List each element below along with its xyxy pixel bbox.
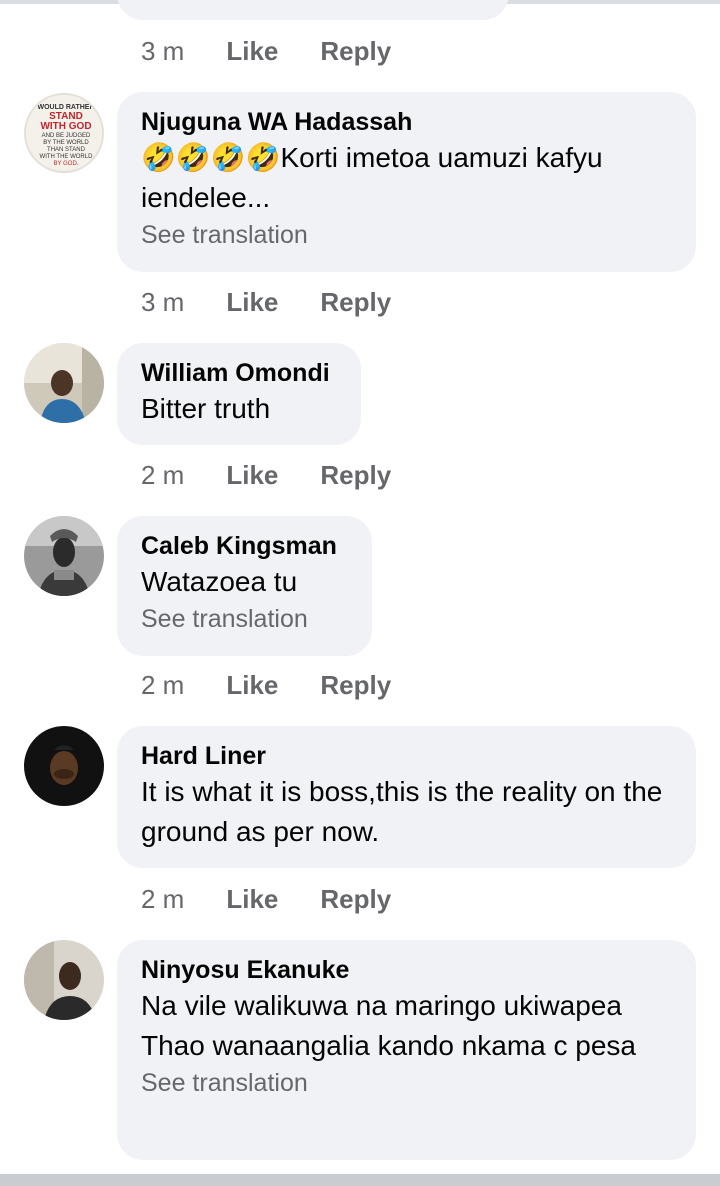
see-translation-link[interactable]: See translation bbox=[141, 602, 348, 636]
like-button[interactable]: Like bbox=[226, 287, 278, 318]
like-button[interactable]: Like bbox=[226, 670, 278, 701]
avatar[interactable] bbox=[24, 516, 104, 596]
bottom-divider bbox=[0, 1174, 720, 1186]
comment-bubble[interactable]: Caleb Kingsman Watazoea tu See translati… bbox=[117, 516, 372, 656]
svg-text:WITH GOD: WITH GOD bbox=[40, 121, 91, 132]
avatar-photo bbox=[24, 726, 104, 806]
comment-text: Watazoea tu bbox=[141, 566, 298, 597]
avatar-photo bbox=[24, 940, 104, 1020]
reply-button[interactable]: Reply bbox=[320, 287, 391, 318]
comment-time: 2 m bbox=[141, 669, 185, 700]
comment-time: 3 m bbox=[141, 35, 185, 66]
avatar[interactable]: WOULD RATHER STAND WITH GOD AND BE JUDGE… bbox=[24, 93, 104, 173]
comment-time: 2 m bbox=[141, 459, 185, 490]
avatar-photo bbox=[24, 343, 104, 423]
comment-author[interactable]: Njuguna WA Hadassah bbox=[141, 106, 672, 138]
svg-text:THAN STAND: THAN STAND bbox=[47, 147, 86, 153]
svg-text:BY THE WORLD: BY THE WORLD bbox=[43, 140, 89, 146]
reply-button[interactable]: Reply bbox=[320, 670, 391, 701]
see-translation-link[interactable]: See translation bbox=[141, 218, 672, 252]
comment-text: It is what it is boss,this is the realit… bbox=[141, 776, 663, 847]
see-translation-link[interactable]: See translation bbox=[141, 1066, 672, 1100]
like-button[interactable]: Like bbox=[226, 36, 278, 67]
svg-text:WITH THE WORLD: WITH THE WORLD bbox=[40, 154, 94, 160]
comment-author[interactable]: Caleb Kingsman bbox=[141, 530, 348, 562]
comment-time: 3 m bbox=[141, 286, 185, 317]
comment-bubble[interactable]: Njuguna WA Hadassah 🤣🤣🤣🤣Korti imetoa uam… bbox=[117, 92, 696, 272]
svg-text:AND BE JUDGED: AND BE JUDGED bbox=[42, 133, 91, 139]
comment-actions: 3 m Like Reply bbox=[141, 33, 433, 69]
avatar-photo bbox=[24, 516, 104, 596]
comment-actions: 2 m Like Reply bbox=[141, 881, 433, 917]
svg-text:BY GOD.: BY GOD. bbox=[54, 161, 79, 167]
reply-button[interactable]: Reply bbox=[320, 36, 391, 67]
like-button[interactable]: Like bbox=[226, 460, 278, 491]
reply-button[interactable]: Reply bbox=[320, 460, 391, 491]
comment-bubble[interactable]: Ninyosu Ekanuke Na vile walikuwa na mari… bbox=[117, 940, 696, 1160]
comment-actions: 2 m Like Reply bbox=[141, 667, 433, 703]
comment-bubble[interactable]: Hard Liner It is what it is boss,this is… bbox=[117, 726, 696, 868]
comment-author[interactable]: Ninyosu Ekanuke bbox=[141, 954, 672, 986]
svg-text:WOULD RATHER: WOULD RATHER bbox=[37, 104, 94, 111]
comment-text: Bitter truth bbox=[141, 393, 271, 424]
avatar[interactable] bbox=[24, 940, 104, 1020]
like-button[interactable]: Like bbox=[226, 884, 278, 915]
avatar-quote-image: WOULD RATHER STAND WITH GOD AND BE JUDGE… bbox=[26, 95, 102, 171]
comment-text: Na vile walikuwa na maringo ukiwapea Tha… bbox=[141, 990, 637, 1061]
comment-text: 🤣🤣🤣🤣Korti imetoa uamuzi kafyu iendelee..… bbox=[141, 142, 603, 213]
avatar[interactable] bbox=[24, 726, 104, 806]
comment-time: 2 m bbox=[141, 883, 185, 914]
comment-actions: 2 m Like Reply bbox=[141, 457, 433, 493]
comment-actions: 3 m Like Reply bbox=[141, 284, 433, 320]
avatar[interactable] bbox=[24, 343, 104, 423]
comment-bubble[interactable]: William Omondi Bitter truth bbox=[117, 343, 361, 445]
comment-author[interactable]: Hard Liner bbox=[141, 740, 672, 772]
previous-comment-bubble[interactable] bbox=[117, 0, 509, 20]
reply-button[interactable]: Reply bbox=[320, 884, 391, 915]
comment-author[interactable]: William Omondi bbox=[141, 357, 337, 389]
